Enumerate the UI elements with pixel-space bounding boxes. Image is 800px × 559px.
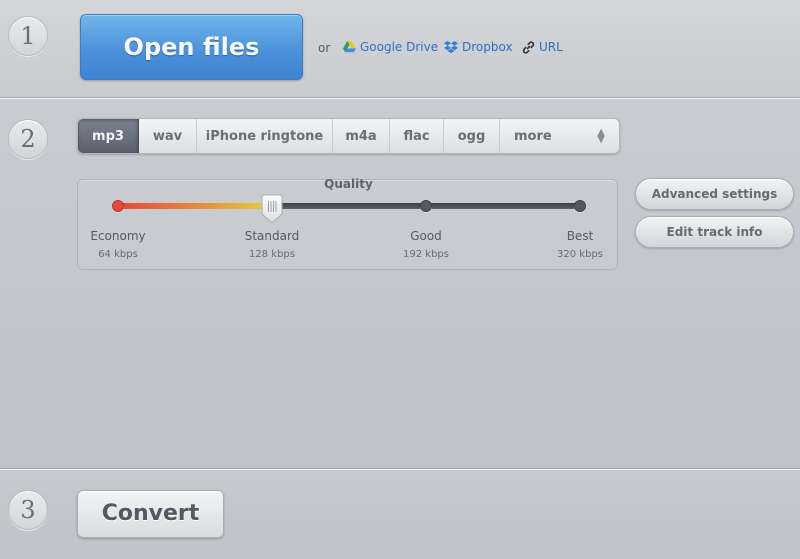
quality-stop-best[interactable] xyxy=(574,200,586,212)
section-divider xyxy=(0,97,800,99)
up-down-arrows-icon: ▲ ▼ xyxy=(597,127,605,145)
format-tabs: mp3 wav iPhone ringtone m4a flac ogg mor… xyxy=(77,118,620,154)
tab-wav[interactable]: wav xyxy=(139,119,197,153)
dropbox-label: Dropbox xyxy=(462,40,513,54)
step-number-2: 2 xyxy=(8,119,48,159)
step-open-section: 1 Open files or Google Drive Dropbox URL xyxy=(0,0,800,98)
quality-stop-bitrate: 320 kbps xyxy=(557,249,603,260)
quality-panel: Quality Economy 64 kbps Standard 128 kbps Go… xyxy=(77,177,618,270)
dropbox-icon xyxy=(444,41,458,53)
dropbox-link[interactable]: Dropbox xyxy=(444,40,513,54)
quality-stop-bitrate: 192 kbps xyxy=(403,249,449,260)
tab-ogg[interactable]: ogg xyxy=(444,119,500,153)
quality-stop-bitrate: 128 kbps xyxy=(249,249,295,260)
section-divider xyxy=(0,468,800,470)
tab-iphone-ringtone[interactable]: iPhone ringtone xyxy=(197,119,333,153)
step-number-3: 3 xyxy=(8,490,48,530)
quality-slider-fill xyxy=(118,203,272,209)
open-files-button[interactable]: Open files xyxy=(80,14,303,80)
edit-track-info-button[interactable]: Edit track info xyxy=(635,216,794,248)
url-link[interactable]: URL xyxy=(522,40,563,54)
quality-stop-economy[interactable] xyxy=(112,200,124,212)
more-formats-select[interactable]: more ▲ ▼ xyxy=(500,119,619,153)
step-convert-section: 3 Convert xyxy=(0,471,800,559)
step-number-1: 1 xyxy=(8,16,48,56)
tab-mp3[interactable]: mp3 xyxy=(78,119,139,153)
advanced-settings-button[interactable]: Advanced settings xyxy=(635,178,794,210)
convert-button[interactable]: Convert xyxy=(77,490,224,538)
quality-stop-good[interactable] xyxy=(420,200,432,212)
quality-stop-label: Good xyxy=(410,229,442,243)
quality-stop-label: Economy xyxy=(90,229,146,243)
quality-title: Quality xyxy=(324,177,373,191)
more-label: more xyxy=(514,128,552,144)
tab-flac[interactable]: flac xyxy=(390,119,444,153)
step-format-section: 2 mp3 wav iPhone ringtone m4a flac ogg m… xyxy=(0,100,800,469)
quality-stop-bitrate: 64 kbps xyxy=(98,249,138,260)
url-label: URL xyxy=(539,40,563,54)
google-drive-icon xyxy=(343,41,356,53)
link-icon xyxy=(522,40,535,54)
or-label: or xyxy=(318,41,331,55)
google-drive-label: Google Drive xyxy=(360,40,439,54)
google-drive-link[interactable]: Google Drive xyxy=(343,40,438,54)
quality-stop-label: Best xyxy=(566,229,594,243)
tab-m4a[interactable]: m4a xyxy=(333,119,390,153)
quality-stop-label: Standard xyxy=(244,229,300,243)
quality-slider-handle[interactable] xyxy=(261,194,283,224)
